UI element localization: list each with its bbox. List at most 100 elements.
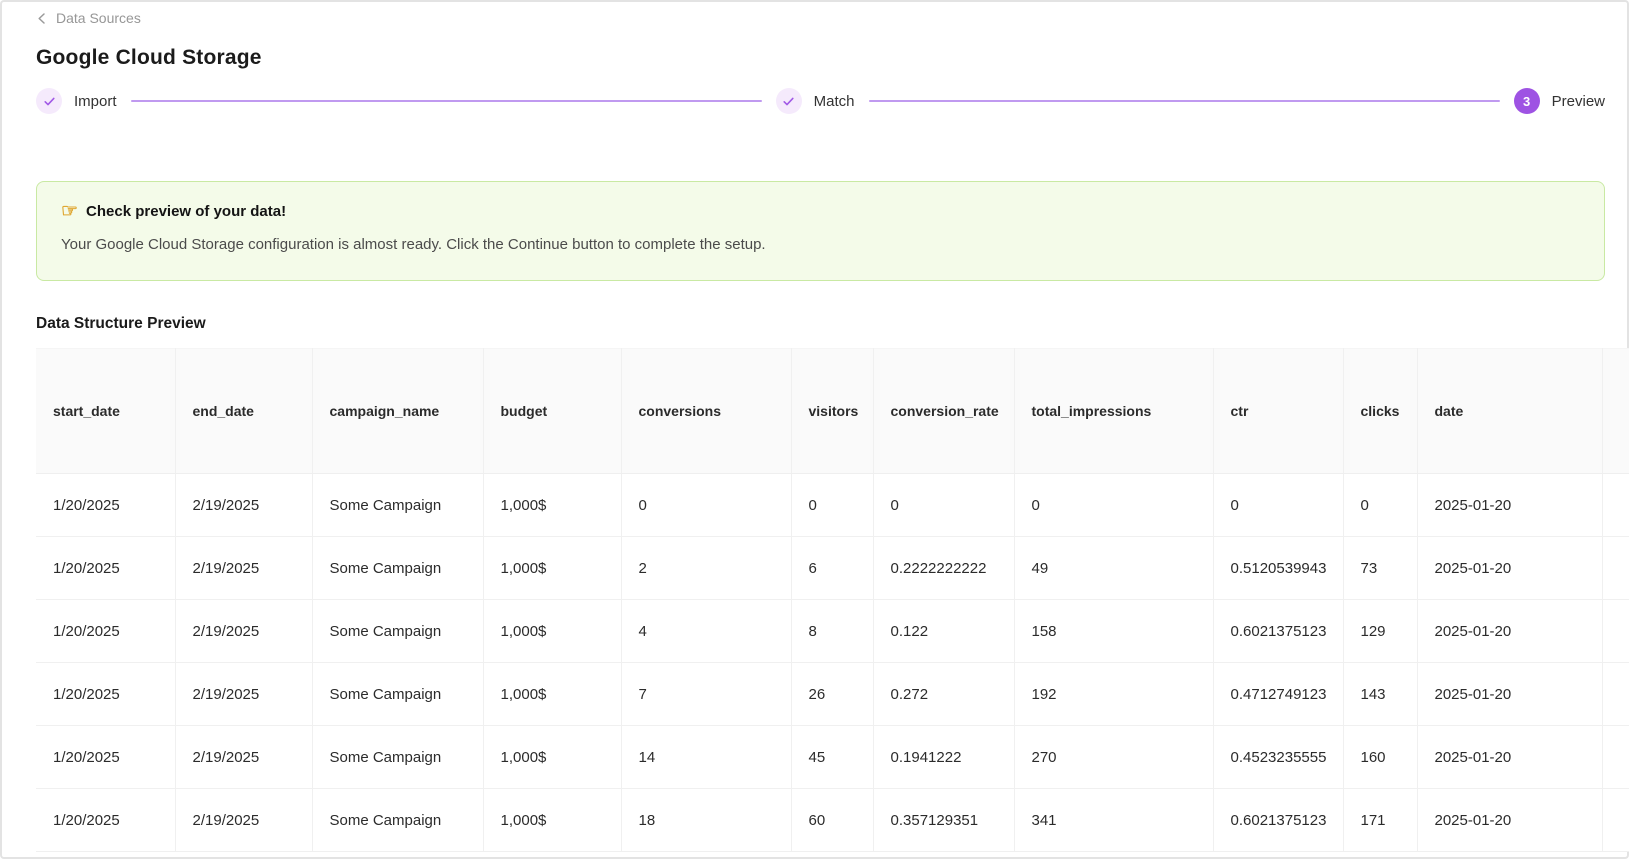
table-cell: Some Campaign [312,474,483,537]
breadcrumb-back-link[interactable]: Data Sources [36,0,141,26]
check-icon [776,88,802,114]
alert-title: Check preview of your data! [86,201,286,223]
table-cell: 0.357129351 [873,789,1014,852]
column-header-conversions: conversions [621,349,791,474]
table-cell: 2 [621,537,791,600]
table-cell: Some Campaign [312,789,483,852]
column-header-total_impressions: total_impressions [1014,349,1213,474]
table-cell-clipped [1602,726,1629,789]
table-cell: 171 [1343,789,1417,852]
column-header-end_date: end_date [175,349,312,474]
breadcrumb-label[interactable]: Data Sources [56,10,141,26]
step-import[interactable]: Import [36,88,117,114]
step-connector [131,100,762,102]
table-row: 1/20/20252/19/2025Some Campaign1,000$144… [36,726,1629,789]
table-cell: 2/19/2025 [175,537,312,600]
table-cell: 1/20/2025 [36,726,175,789]
table-cell: 2/19/2025 [175,789,312,852]
table-cell: 4 [621,600,791,663]
table-cell: 2025-01-20 [1417,663,1602,726]
step-preview[interactable]: 3 Preview [1514,88,1605,114]
table-cell: 0 [1213,474,1343,537]
table-cell: 0 [1343,474,1417,537]
table-cell-clipped [1602,663,1629,726]
table-cell: 14 [621,726,791,789]
table-cell: 1/20/2025 [36,663,175,726]
table-cell: 2/19/2025 [175,600,312,663]
pointing-hand-icon: ☞ [61,202,78,222]
column-header-conversion_rate: conversion_rate [873,349,1014,474]
table-cell: 0 [873,474,1014,537]
table-cell: 2025-01-20 [1417,600,1602,663]
check-icon [36,88,62,114]
table-cell: 1,000$ [483,789,621,852]
table-cell: 1/20/2025 [36,537,175,600]
table-cell: 0.6021375123 [1213,600,1343,663]
table-cell: 0.5120539943 [1213,537,1343,600]
table-row: 1/20/20252/19/2025Some Campaign1,000$260… [36,537,1629,600]
table-cell: 2/19/2025 [175,663,312,726]
table-cell: 0.122 [873,600,1014,663]
table-cell: 0.2222222222 [873,537,1014,600]
setup-stepper: Import Match 3 Preview [36,88,1605,114]
table-cell: 129 [1343,600,1417,663]
step-match-label[interactable]: Match [814,93,855,110]
table-cell-clipped [1602,600,1629,663]
table-row: 1/20/20252/19/2025Some Campaign1,000$186… [36,789,1629,852]
table-cell-clipped [1602,474,1629,537]
column-header-visitors: visitors [791,349,873,474]
table-cell: 1/20/2025 [36,600,175,663]
table-cell: Some Campaign [312,537,483,600]
table-cell: 1,000$ [483,537,621,600]
table-cell-clipped [1602,789,1629,852]
table-cell: 2025-01-20 [1417,474,1602,537]
step-match[interactable]: Match [776,88,855,114]
table-cell: 1/20/2025 [36,474,175,537]
table-cell: 0.1941222 [873,726,1014,789]
column-header-clipped [1602,349,1629,474]
table-cell: 0.4523235555 [1213,726,1343,789]
table-cell: 18 [621,789,791,852]
table-cell-clipped [1602,537,1629,600]
table-cell: 1/20/2025 [36,789,175,852]
table-cell: 49 [1014,537,1213,600]
table-cell: 0 [791,474,873,537]
alert-description: Your Google Cloud Storage configuration … [61,234,1580,255]
column-header-budget: budget [483,349,621,474]
preview-heading: Data Structure Preview [36,314,1605,334]
table-cell: 6 [791,537,873,600]
table-cell: 7 [621,663,791,726]
table-cell: 160 [1343,726,1417,789]
table-cell: 0.4712749123 [1213,663,1343,726]
table-cell: 1,000$ [483,474,621,537]
table-cell: 73 [1343,537,1417,600]
table-cell: 8 [791,600,873,663]
column-header-ctr: ctr [1213,349,1343,474]
table-cell: 341 [1014,789,1213,852]
table-cell: 270 [1014,726,1213,789]
success-alert: ☞ Check preview of your data! Your Googl… [36,181,1605,281]
step-connector [869,100,1500,102]
table-cell: 192 [1014,663,1213,726]
table-cell: 158 [1014,600,1213,663]
page: Data Sources Google Cloud Storage Import… [0,0,1629,859]
table-cell: 2025-01-20 [1417,789,1602,852]
table-cell: 0 [1014,474,1213,537]
table-cell: 0 [621,474,791,537]
table-row: 1/20/20252/19/2025Some Campaign1,000$480… [36,600,1629,663]
table-cell: 2/19/2025 [175,726,312,789]
table-cell: 2025-01-20 [1417,537,1602,600]
table-cell: 45 [791,726,873,789]
step-preview-label[interactable]: Preview [1552,93,1605,110]
table-cell: 2/19/2025 [175,474,312,537]
step-number-badge: 3 [1514,88,1540,114]
table-cell: Some Campaign [312,663,483,726]
table-cell: 0.272 [873,663,1014,726]
table-cell: 143 [1343,663,1417,726]
table-cell: 1,000$ [483,600,621,663]
table-header-row: start_dateend_datecampaign_namebudgetcon… [36,349,1629,474]
table-cell: 60 [791,789,873,852]
table-cell: 0.6021375123 [1213,789,1343,852]
column-header-start_date: start_date [36,349,175,474]
step-import-label[interactable]: Import [74,93,117,110]
